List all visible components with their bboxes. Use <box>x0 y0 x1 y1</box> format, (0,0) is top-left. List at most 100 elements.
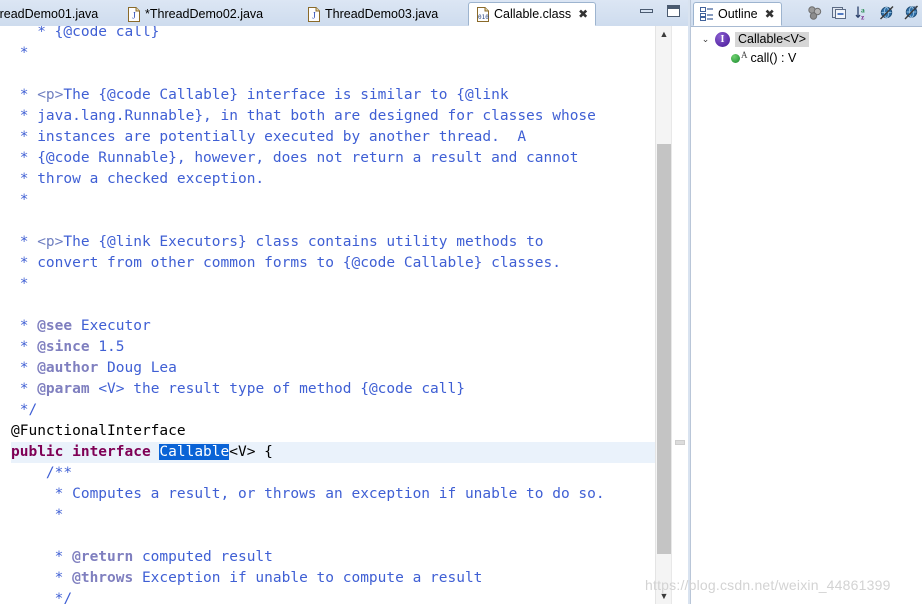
line-number <box>0 148 11 169</box>
abstract-modifier-icon: A <box>741 49 748 60</box>
code-token: * {@code call} <box>11 26 160 40</box>
line-number-gutter <box>0 26 11 604</box>
editor-vertical-scrollbar[interactable]: ▲ ▼ <box>655 26 672 604</box>
interface-icon: I <box>715 32 730 47</box>
overview-marker[interactable] <box>675 440 685 445</box>
code-token: */ <box>11 591 73 604</box>
code-line: * @throws Exception if unable to compute… <box>11 568 483 589</box>
line-number <box>0 589 11 604</box>
code-line: * {@code Runnable}, however, does not re… <box>11 148 579 169</box>
code-token: Executor <box>72 318 151 334</box>
svg-text:010: 010 <box>478 14 489 21</box>
scroll-down-arrow-icon[interactable]: ▼ <box>656 588 672 604</box>
chevron-down-icon[interactable]: ⌄ <box>699 33 712 46</box>
line-number <box>0 64 11 85</box>
code-token: * {@code Runnable}, however, does not re… <box>11 150 579 166</box>
line-number <box>0 232 11 253</box>
code-token: * throw a checked exception. <box>11 171 265 187</box>
code-token: <p> <box>37 87 64 103</box>
code-line: */ <box>11 589 72 604</box>
outline-item-callable[interactable]: ⌄ I Callable<V> <box>691 30 922 49</box>
close-icon[interactable]: ✖ <box>578 8 588 20</box>
line-number <box>0 400 11 421</box>
code-token: Exception if unable to compute a result <box>133 570 483 586</box>
collapse-all-icon[interactable] <box>807 5 823 21</box>
code-line: * <p>The {@code Callable} interface is s… <box>11 85 509 106</box>
line-number <box>0 43 11 64</box>
line-number <box>0 274 11 295</box>
outline-tab-bar: Outline ✖ a z S <box>691 0 922 27</box>
code-line: * java.lang.Runnable}, in that both are … <box>11 106 596 127</box>
outline-view: Outline ✖ a z S ⌄ I Callable<V> A call()… <box>690 0 922 604</box>
tab-outline[interactable]: Outline ✖ <box>693 2 782 26</box>
code-line: * @param <V> the result type of method {… <box>11 379 465 400</box>
outline-tab-label: Outline <box>718 6 758 21</box>
hide-static-icon[interactable]: S <box>903 5 919 21</box>
code-line: * @since 1.5 <box>11 337 125 358</box>
code-token: @param <box>37 381 90 397</box>
scrollbar-thumb[interactable] <box>657 144 671 554</box>
minimize-button[interactable] <box>640 9 653 13</box>
code-line: * <box>11 274 37 295</box>
code-token: The {@code Callable} interface is simila… <box>63 87 509 103</box>
outline-view-icon <box>700 6 714 22</box>
outline-item-label: Callable<V> <box>735 32 810 47</box>
overview-ruler[interactable] <box>671 26 688 604</box>
scroll-up-arrow-icon[interactable]: ▲ <box>656 26 672 42</box>
editor-tab-bar: J ThreadDemo01.java J *ThreadDemo02.java <box>0 0 688 27</box>
hide-fields-icon[interactable] <box>879 5 895 21</box>
code-token: computed result <box>133 549 273 565</box>
line-number <box>0 568 11 589</box>
code-token: @return <box>72 549 134 565</box>
code-line: */ <box>11 400 37 421</box>
hide-nonpublic-icon[interactable] <box>831 5 847 21</box>
code-token: * convert from other common forms to {@c… <box>11 255 561 271</box>
code-token: /** <box>11 465 73 481</box>
code-token: */ <box>11 402 38 418</box>
code-token: Doug Lea <box>98 360 177 376</box>
code-token: * <box>11 507 64 523</box>
code-token: * <box>11 318 38 334</box>
editor-tab-threaddemo01[interactable]: J ThreadDemo01.java <box>0 2 105 26</box>
outline-tree[interactable]: ⌄ I Callable<V> A call() : V <box>691 27 922 604</box>
editor-tab-label: ThreadDemo03.java <box>325 6 439 21</box>
editor-tab-threaddemo02[interactable]: J *ThreadDemo02.java <box>120 2 270 26</box>
editor-tab-callable-class[interactable]: 010 Callable.class ✖ <box>468 2 597 26</box>
code-token: <p> <box>37 234 64 250</box>
svg-text:S: S <box>914 6 917 12</box>
line-number <box>0 85 11 106</box>
line-number <box>0 421 11 442</box>
code-line: public interface Callable<V> { <box>11 442 656 464</box>
code-token: * <box>11 339 38 355</box>
line-number <box>0 379 11 400</box>
line-number <box>0 295 11 316</box>
line-number <box>0 526 11 547</box>
editor-body[interactable]: * {@code call} * * <p>The {@code Callabl… <box>0 26 688 604</box>
code-token: public interface <box>11 444 160 460</box>
editor-tab-threaddemo03[interactable]: J ThreadDemo03.java <box>300 2 445 26</box>
line-number <box>0 106 11 127</box>
code-token: The {@link Executors} class contains uti… <box>63 234 544 250</box>
code-line: * <box>11 43 37 64</box>
code-token: * <box>11 549 73 565</box>
editor-tab-label: *ThreadDemo02.java <box>145 6 264 21</box>
code-token: @see <box>37 318 73 334</box>
class-file-icon: 010 <box>476 6 490 22</box>
code-token: * <box>11 570 73 586</box>
code-line: * @see Executor <box>11 316 151 337</box>
line-number <box>0 253 11 274</box>
code-token: * <box>11 381 38 397</box>
sort-alphabetically-icon[interactable]: a z <box>855 5 871 22</box>
outline-item-call-method[interactable]: A call() : V <box>691 49 922 68</box>
code-token: * Computes a result, or throws an except… <box>11 486 605 502</box>
line-number <box>0 442 11 463</box>
code-text-area[interactable]: * {@code call} * * <p>The {@code Callabl… <box>11 26 656 604</box>
maximize-button[interactable] <box>667 5 680 17</box>
line-number <box>0 127 11 148</box>
close-icon[interactable]: ✖ <box>765 8 775 20</box>
editor-area: J ThreadDemo01.java J *ThreadDemo02.java <box>0 0 688 604</box>
code-token: 1.5 <box>89 339 125 355</box>
code-line: * <p>The {@link Executors} class contain… <box>11 232 544 253</box>
code-line: @FunctionalInterface <box>11 421 186 442</box>
code-token: * <box>11 192 38 208</box>
